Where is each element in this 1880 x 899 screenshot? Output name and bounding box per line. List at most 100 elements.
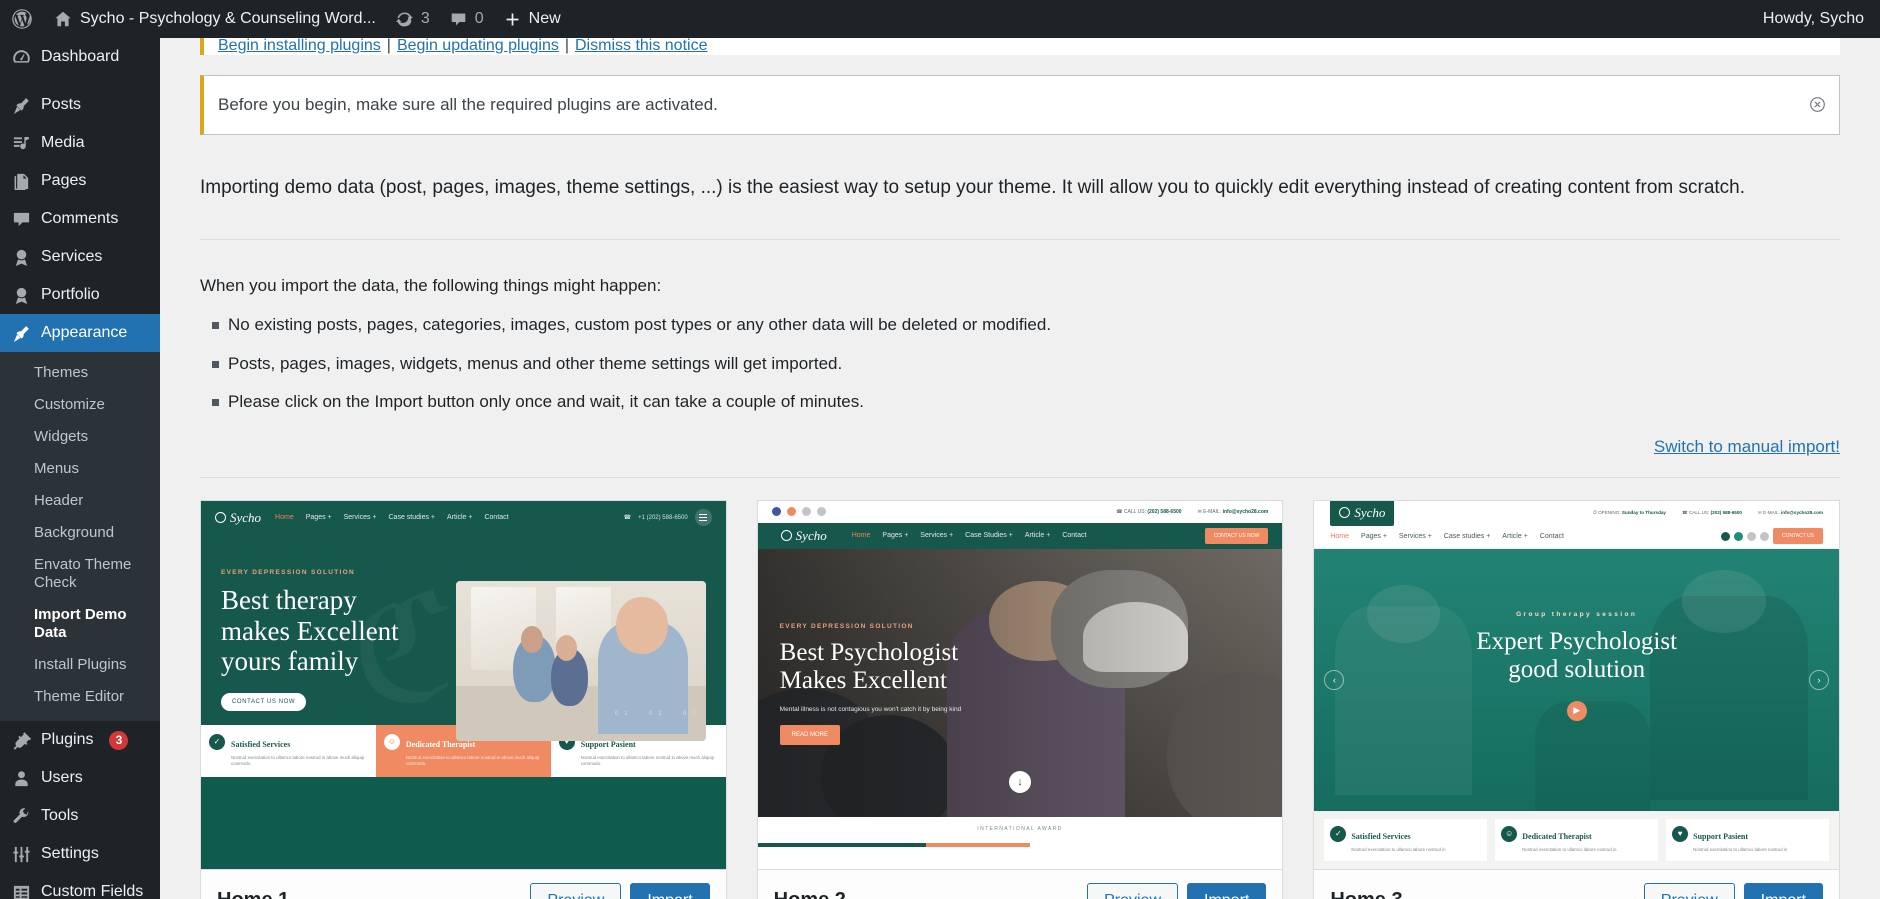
preview-button[interactable]: Preview <box>1643 882 1735 899</box>
import-button[interactable]: Import <box>630 882 710 899</box>
sidebar-item-tools[interactable]: Tools <box>0 797 160 835</box>
preview-button[interactable]: Preview <box>1087 882 1178 899</box>
hero-headline: Best Psychologist Makes Excellent <box>779 638 959 695</box>
menu-separator <box>0 76 160 86</box>
account-menu[interactable]: Howdy, Sycho <box>1763 10 1880 28</box>
clock-icon: ⏱ <box>1593 509 1597 515</box>
submenu-item-menus[interactable]: Menus <box>0 453 160 485</box>
feature-title: Dedicated Therapist <box>405 739 476 749</box>
sidebar-item-comments[interactable]: Comments <box>0 200 160 238</box>
dashboard-icon <box>11 48 32 67</box>
feature-title: Satisfied Services <box>1351 831 1411 841</box>
comments-menu[interactable]: 0 <box>440 0 494 38</box>
media-icon <box>11 134 32 153</box>
updates-menu[interactable]: 3 <box>386 0 440 38</box>
facebook-icon <box>1720 531 1730 541</box>
begin-installing-plugins-link[interactable]: Begin installing plugins <box>218 38 381 55</box>
demo-site-logo: Sycho <box>771 522 836 549</box>
twitter-icon <box>1733 531 1743 541</box>
dribbble-icon <box>1746 531 1756 541</box>
submenu-item-install-plugins[interactable]: Install Plugins <box>0 649 160 681</box>
submenu-item-background[interactable]: Background <box>0 517 160 549</box>
demo-actions: Preview Import <box>530 882 710 899</box>
notice-separator: | <box>386 38 391 54</box>
submenu-item-themes[interactable]: Themes <box>0 357 160 389</box>
things-heading: When you import the data, the following … <box>200 275 662 295</box>
feature-title: Support Pasient <box>580 739 636 749</box>
sidebar-item-label: Services <box>41 248 103 265</box>
site-name-menu[interactable]: Sycho - Psychology & Counseling Word... <box>44 0 386 38</box>
appearance-submenu: Themes Customize Widgets Menus Header Ba… <box>0 352 160 721</box>
linkedin-icon <box>816 507 826 517</box>
switch-to-manual-import-link[interactable]: Switch to manual import! <box>1654 437 1840 456</box>
demo-card-footer: Home 3 Preview Import <box>1314 868 1840 899</box>
howdy-label: Howdy, Sycho <box>1762 10 1864 27</box>
demo-hero: ℭ EVERY DEPRESSION SOLUTION Best therapy… <box>201 534 726 741</box>
sidebar-item-services[interactable]: Services <box>0 238 160 276</box>
submenu-item-header[interactable]: Header <box>0 485 160 517</box>
submenu-item-widgets[interactable]: Widgets <box>0 421 160 453</box>
feature-desc: Nostrud exercitation to ullamco labore n… <box>1693 846 1788 852</box>
menu-burger-icon <box>694 509 712 527</box>
sidebar-item-plugins[interactable]: Plugins 3 <box>0 721 160 759</box>
new-content-menu[interactable]: New <box>494 0 571 38</box>
demo-bottom-strip: INTERNATIONAL AWARD <box>757 816 1283 847</box>
hero-kicker: EVERY DEPRESSION SOLUTION <box>779 622 914 630</box>
hero-cta-button: READ MORE <box>779 724 841 745</box>
updates-icon <box>395 11 413 28</box>
sidebar-item-pages[interactable]: Pages <box>0 162 160 200</box>
demo-actions: Preview Import <box>1087 882 1267 899</box>
demo-card-footer: Home 1 Preview Import <box>201 868 726 899</box>
import-button[interactable]: Import <box>1187 882 1267 899</box>
notice-separator: | <box>564 38 569 54</box>
sidebar-item-custom-fields[interactable]: Custom Fields <box>0 873 160 899</box>
hero-headline: Expert Psychologist good solution <box>1476 627 1678 684</box>
sidebar-item-portfolio[interactable]: Portfolio <box>0 276 160 314</box>
list-item: Please click on the Import button only o… <box>200 390 1840 415</box>
list-item: No existing posts, pages, categories, im… <box>200 313 1840 338</box>
plus-icon <box>504 11 521 28</box>
demo-thumbnail-home-1: Sycho Home Pages + Services + Case studi… <box>201 500 726 869</box>
sidebar-item-settings[interactable]: Settings <box>0 835 160 873</box>
submenu-item-envato-theme-check[interactable]: Envato Theme Check <box>0 549 160 599</box>
dismiss-circle-icon[interactable] <box>1805 93 1829 117</box>
demo-title: Home 2 <box>774 889 846 899</box>
submenu-item-customize[interactable]: Customize <box>0 389 160 421</box>
sliders-icon <box>11 845 32 864</box>
begin-updating-plugins-link[interactable]: Begin updating plugins <box>397 38 559 55</box>
demo-site-logo: Sycho <box>1330 500 1395 526</box>
feature-card: ♥ Support Pasient Nostrud exercitation t… <box>1666 818 1830 861</box>
contact-cta-button: CONTACT US <box>1772 528 1824 545</box>
comments-count: 0 <box>474 10 484 27</box>
sidebar-item-users[interactable]: Users <box>0 759 160 797</box>
wp-logo-button[interactable] <box>0 0 44 38</box>
demo-site-logo: Sycho <box>215 510 261 526</box>
dismiss-this-notice-link[interactable]: Dismiss this notice <box>575 38 707 55</box>
preview-button[interactable]: Preview <box>530 882 622 899</box>
hero-kicker: Group therapy session <box>1516 610 1638 618</box>
demo-thumbnail-home-3: Sycho ⏱ OPENING: Sunday to Thursday ☎ CA… <box>1314 500 1840 869</box>
therapist-icon: ☺ <box>1501 825 1518 842</box>
sidebar-item-posts[interactable]: Posts <box>0 86 160 124</box>
scroll-down-icon: ↓ <box>1009 770 1031 793</box>
phone-icon: ☎ <box>1682 509 1688 515</box>
sidebar-item-appearance[interactable]: Appearance <box>0 314 160 352</box>
notice-text: Before you begin, make sure all the requ… <box>218 95 718 114</box>
sidebar-item-media[interactable]: Media <box>0 124 160 162</box>
sidebar-item-dashboard[interactable]: Dashboard <box>0 38 160 76</box>
tgm-plugins-notice: Begin installing plugins | Begin updatin… <box>200 38 1840 55</box>
demo-card-footer: Home 2 Preview Import <box>757 868 1283 899</box>
submenu-item-import-demo-data[interactable]: Import Demo Data <box>0 599 160 649</box>
site-name-label: Sycho - Psychology & Counseling Word... <box>80 10 376 27</box>
sidebar-item-label: Tools <box>41 807 79 824</box>
import-button[interactable]: Import <box>1743 882 1824 899</box>
feature-title: Satisfied Services <box>231 739 291 749</box>
sidebar-item-label: Dashboard <box>41 48 120 65</box>
demo-site-contact: ☎ CALL US: (202) 588-6500 ✉ E-MAIL: info… <box>1116 508 1269 515</box>
demo-card: ☎ CALL US: (202) 588-6500 ✉ E-MAIL: info… <box>756 499 1284 899</box>
demo-site-nav: Sycho Home Pages + Services + Case studi… <box>201 500 726 535</box>
new-content-label: New <box>528 10 561 27</box>
submenu-item-theme-editor[interactable]: Theme Editor <box>0 681 160 713</box>
dribbble-icon <box>786 507 796 517</box>
wrench-icon <box>11 807 32 826</box>
